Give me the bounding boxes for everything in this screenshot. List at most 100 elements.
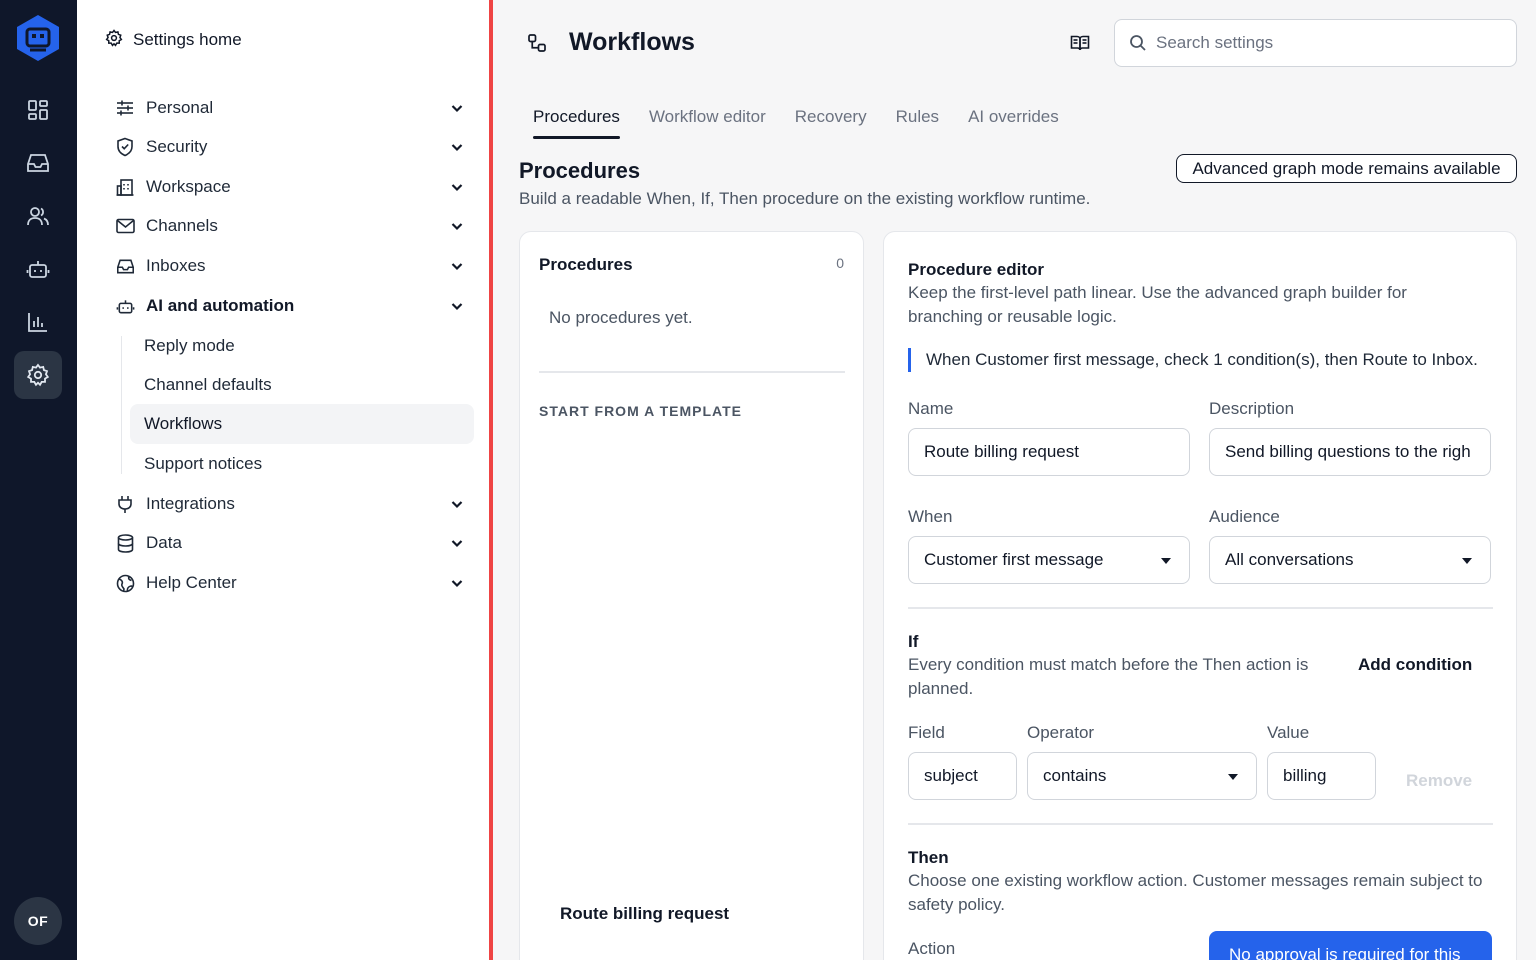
app-logo-icon[interactable] (16, 14, 60, 62)
mail-icon (115, 216, 135, 236)
caret-down-icon (1228, 774, 1238, 780)
section-subtitle: Build a readable When, If, Then procedur… (519, 189, 1091, 208)
action-approval-button[interactable]: No approval is required for this (1209, 931, 1492, 960)
nav-item-security[interactable]: Security (115, 132, 465, 162)
empty-state-text: No procedures yet. (549, 308, 693, 327)
nav-item-data[interactable]: Data (115, 528, 465, 558)
tab-workflow-editor[interactable]: Workflow editor (649, 102, 766, 138)
operator-select-value: contains (1043, 766, 1107, 785)
settings-icon[interactable] (14, 351, 62, 399)
sliders-icon (115, 98, 135, 118)
bot-icon[interactable] (14, 245, 62, 293)
tab-procedures[interactable]: Procedures (533, 102, 620, 139)
chevron-down-icon (451, 501, 463, 509)
subnav-item-reply-mode[interactable]: Reply mode (130, 326, 474, 366)
book-open-icon[interactable] (1070, 33, 1090, 53)
nav-item-label: AI and automation (146, 296, 295, 315)
chevron-down-icon (451, 303, 463, 311)
chevron-down-icon (451, 223, 463, 231)
template-item-route-billing-request[interactable]: Route billing request (560, 904, 729, 924)
page-title: Workflows (569, 28, 695, 56)
users-icon[interactable] (14, 192, 62, 240)
nav-item-workspace[interactable]: Workspace (115, 172, 465, 202)
nav-item-inboxes[interactable]: Inboxes (115, 251, 465, 281)
inbox-icon (115, 256, 135, 276)
settings-nav: Settings home Personal Security Workspac… (77, 0, 490, 960)
nav-item-label: Security (146, 137, 208, 156)
when-label: When (908, 507, 953, 526)
search-icon (1130, 35, 1146, 51)
subnav-item-workflows[interactable]: Workflows (130, 404, 474, 444)
inbox-icon[interactable] (14, 139, 62, 187)
name-label: Name (908, 399, 954, 418)
nav-item-label: Help Center (146, 573, 237, 592)
dashboard-icon[interactable] (14, 86, 62, 134)
procedures-count: 0 (836, 255, 844, 271)
nav-item-channels[interactable]: Channels (115, 211, 465, 241)
nav-item-label: Inboxes (146, 256, 206, 275)
divider (539, 371, 845, 373)
tab-ai-overrides[interactable]: AI overrides (968, 102, 1059, 138)
when-select[interactable]: Customer first message (908, 536, 1190, 584)
description-label: Description (1209, 399, 1295, 418)
add-condition-button[interactable]: Add condition (1358, 655, 1472, 675)
chevron-down-icon (451, 105, 463, 113)
database-icon (115, 533, 135, 553)
field-label: Field (908, 723, 945, 742)
globe-icon (115, 573, 135, 593)
search-input[interactable] (1156, 33, 1496, 53)
settings-home-link[interactable]: Settings home (105, 28, 242, 52)
operator-label: Operator (1027, 723, 1095, 742)
chevron-down-icon (451, 580, 463, 588)
editor-title: Procedure editor (908, 260, 1045, 279)
audience-select[interactable]: All conversations (1209, 536, 1491, 584)
nav-item-label: Channels (146, 216, 218, 235)
if-title: If (908, 632, 919, 651)
nav-item-label: Integrations (146, 494, 235, 513)
nav-item-ai-and-automation[interactable]: AI and automation (115, 291, 465, 321)
divider (908, 823, 1493, 825)
tab-rules[interactable]: Rules (896, 102, 939, 138)
nav-item-integrations[interactable]: Integrations (115, 489, 465, 519)
procedures-list-card: Procedures 0 No procedures yet. START FR… (519, 231, 864, 960)
main-content: Workflows Procedures Workflow editor Rec… (493, 0, 1536, 960)
app-rail: OF (0, 0, 77, 960)
advanced-graph-mode-badge[interactable]: Advanced graph mode remains available (1176, 154, 1517, 183)
workflow-icon (528, 34, 546, 52)
audience-select-value: All conversations (1225, 550, 1354, 569)
then-title: Then (908, 848, 949, 867)
condition-operator-select[interactable]: contains (1027, 752, 1257, 800)
caret-down-icon (1161, 558, 1171, 564)
if-description: Every condition must match before the Th… (908, 655, 1309, 698)
tab-recovery[interactable]: Recovery (795, 102, 867, 138)
plug-icon (115, 494, 135, 514)
nav-item-personal[interactable]: Personal (115, 93, 465, 123)
user-avatar[interactable]: OF (14, 897, 62, 945)
action-label: Action (908, 939, 956, 958)
subnav-item-channel-defaults[interactable]: Channel defaults (130, 365, 474, 405)
subnav-guide-line (121, 336, 122, 474)
description-input[interactable]: Send billing questions to the righ (1209, 428, 1491, 476)
caret-down-icon (1462, 558, 1472, 564)
audience-label: Audience (1209, 507, 1280, 526)
shield-icon (115, 137, 135, 157)
nav-item-help-center[interactable]: Help Center (115, 568, 465, 598)
condition-value-input[interactable]: billing (1267, 752, 1376, 800)
condition-field-input[interactable]: subject (908, 752, 1017, 800)
editor-description: Keep the first-level path linear. Use th… (908, 283, 1407, 326)
subnav-item-support-notices[interactable]: Support notices (130, 444, 474, 484)
settings-home-label: Settings home (133, 30, 242, 49)
procedure-editor-card: Procedure editor Keep the first-level pa… (883, 231, 1517, 960)
chevron-down-icon (451, 540, 463, 548)
tab-bar: Procedures Workflow editor Recovery Rule… (533, 102, 1059, 140)
name-input[interactable]: Route billing request (908, 428, 1190, 476)
bot-icon (115, 296, 135, 316)
chevron-down-icon (451, 263, 463, 271)
nav-item-label: Data (146, 533, 182, 552)
search-box[interactable] (1114, 19, 1517, 67)
divider (908, 607, 1493, 609)
reports-icon[interactable] (14, 298, 62, 346)
gear-icon (105, 28, 123, 52)
remove-condition-button[interactable]: Remove (1406, 771, 1472, 791)
chevron-down-icon (451, 144, 463, 152)
